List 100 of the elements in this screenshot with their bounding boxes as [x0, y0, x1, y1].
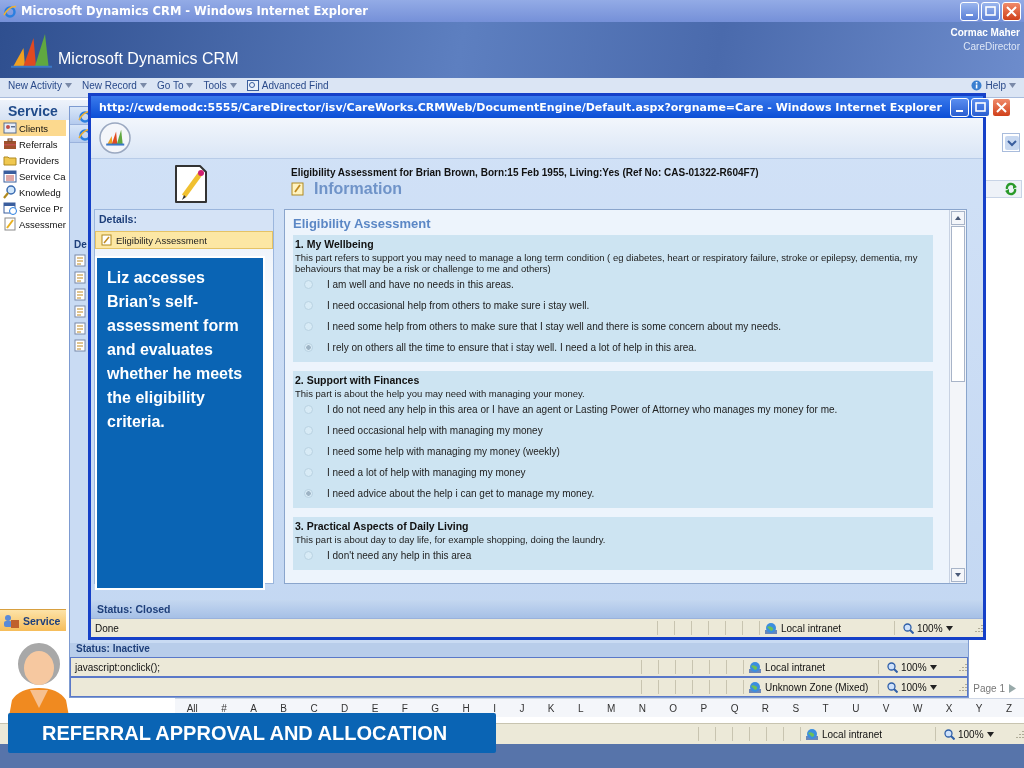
nav-item[interactable]: Service Ca	[0, 168, 66, 184]
nav-item[interactable]: Referrals	[0, 136, 58, 152]
question-description: This part refers to support you may need to manage a long term condition ( eg diabetes, heart or respiratory failure, stroke or epilepsy, dementia, my behaviours that may be a risk or challenge to me and others)	[295, 252, 919, 274]
maximize-icon[interactable]	[974, 102, 986, 112]
zoom-level[interactable]: 100%	[958, 728, 984, 740]
option-label: I need a lot of help with managing my money	[327, 467, 526, 478]
letter-filter[interactable]: Q	[730, 702, 739, 714]
radio-button[interactable]	[304, 280, 313, 289]
record-status: Status: Inactive	[70, 643, 968, 657]
close-button[interactable]	[1002, 1, 1021, 21]
letter-filter[interactable]: R	[761, 702, 770, 714]
logo-icon	[99, 122, 131, 154]
document-pencil-icon	[174, 164, 208, 204]
view-dropdown[interactable]	[1002, 133, 1020, 152]
next-page-icon[interactable]	[1009, 683, 1016, 693]
letter-filter[interactable]: F	[401, 702, 408, 714]
nav-item[interactable]: Clients	[0, 120, 67, 136]
letter-filter[interactable]: E	[371, 702, 379, 714]
zoom-level[interactable]: 100%	[901, 661, 927, 673]
radio-button[interactable]	[304, 489, 313, 498]
letter-filter[interactable]: S	[792, 702, 800, 714]
letter-filter[interactable]: Z	[1005, 702, 1013, 714]
menu-item[interactable]: New Record	[81, 80, 147, 91]
browser-icon	[3, 4, 17, 18]
letter-filter[interactable]: J	[519, 702, 525, 714]
scroll-down-icon[interactable]	[951, 568, 965, 582]
letter-filter[interactable]: O	[669, 702, 678, 714]
zoom-level[interactable]: 100%	[917, 622, 943, 634]
menu-item[interactable]: Go To	[156, 80, 194, 91]
radio-button[interactable]	[304, 551, 313, 560]
radio-button[interactable]	[304, 447, 313, 456]
status-text: Done	[94, 622, 120, 634]
nav-item[interactable]: Providers	[0, 152, 60, 168]
service-nav-button[interactable]: Service	[0, 609, 66, 631]
form-icon[interactable]	[74, 339, 86, 352]
letter-filter[interactable]: X	[945, 702, 953, 714]
letter-filter[interactable]: #	[221, 702, 227, 714]
letter-filter[interactable]: T	[822, 702, 829, 714]
option-label: I don't need any help in this area	[327, 550, 472, 561]
calendar-icon	[3, 201, 17, 215]
radio-button[interactable]	[304, 322, 313, 331]
caret-icon	[186, 83, 194, 88]
letter-filter[interactable]: I	[493, 702, 496, 714]
letter-filter[interactable]: H	[462, 702, 470, 714]
question-heading: 3. Practical Aspects of Daily Living	[295, 520, 470, 532]
form-icon[interactable]	[74, 305, 86, 318]
scrollbar[interactable]	[949, 210, 966, 583]
radio-button[interactable]	[304, 301, 313, 310]
radio-button[interactable]	[304, 468, 313, 477]
form-icon[interactable]	[74, 254, 86, 267]
form-icon[interactable]	[74, 271, 86, 284]
note-icon	[3, 217, 17, 231]
maximize-icon[interactable]	[985, 6, 996, 16]
details-item[interactable]: Eligibility Assessment	[95, 231, 273, 249]
radio-button[interactable]	[304, 343, 313, 352]
letter-filter[interactable]: L	[577, 702, 584, 714]
menu-item[interactable]: Help	[971, 80, 1016, 91]
globe-icon	[748, 680, 762, 694]
letter-filter[interactable]: U	[852, 702, 860, 714]
letter-filter[interactable]: All	[186, 702, 198, 714]
slide-banner: REFERRAL APPROVAL AND ALLOCATION	[8, 713, 496, 753]
letter-filter[interactable]: W	[912, 702, 923, 714]
refresh-icon[interactable]	[1004, 182, 1018, 196]
caret-icon	[929, 684, 937, 690]
maximize-button[interactable]	[981, 1, 1000, 21]
menu-item[interactable]: Advanced Find	[246, 80, 329, 91]
form-icon[interactable]	[74, 322, 86, 335]
minimize-button[interactable]	[960, 1, 979, 21]
close-icon[interactable]	[1006, 5, 1017, 17]
minimize-button[interactable]	[949, 97, 969, 117]
scroll-up-icon[interactable]	[951, 211, 965, 225]
option-label: I need some help from others to make sure that I stay well and there is some concern about my needs.	[327, 321, 782, 332]
letter-filter[interactable]: A	[250, 702, 257, 714]
nav-item[interactable]: Service Pr	[0, 200, 63, 216]
menu-item[interactable]: New Activity	[8, 80, 72, 91]
zoom-icon	[887, 681, 898, 693]
letter-filter[interactable]: K	[547, 702, 555, 714]
letter-filter[interactable]: P	[700, 702, 708, 714]
letter-filter[interactable]: N	[638, 702, 646, 714]
letter-filter[interactable]: D	[341, 702, 349, 714]
nav-item[interactable]: Knowledg	[0, 184, 61, 200]
zoom-icon	[944, 728, 955, 740]
zoom-level[interactable]: 100%	[901, 681, 927, 693]
scroll-thumb[interactable]	[951, 226, 965, 383]
nav-item[interactable]: Assessmer	[0, 216, 66, 232]
letter-filter[interactable]: C	[310, 702, 318, 714]
menu-item[interactable]: Tools	[203, 80, 237, 91]
letter-filter[interactable]: Y	[975, 702, 983, 714]
chevron-icon	[1005, 135, 1019, 150]
radio-button[interactable]	[304, 426, 313, 435]
letter-filter[interactable]: B	[280, 702, 287, 714]
caret-icon	[945, 625, 953, 631]
letter-filter[interactable]: M	[606, 702, 616, 714]
maximize-button[interactable]	[970, 97, 990, 117]
contact-card-icon	[3, 121, 17, 135]
form-icon[interactable]	[74, 288, 86, 301]
letter-filter[interactable]: G	[431, 702, 440, 714]
zoom-icon	[887, 661, 898, 673]
letter-filter[interactable]: V	[882, 702, 890, 714]
radio-button[interactable]	[304, 405, 313, 414]
